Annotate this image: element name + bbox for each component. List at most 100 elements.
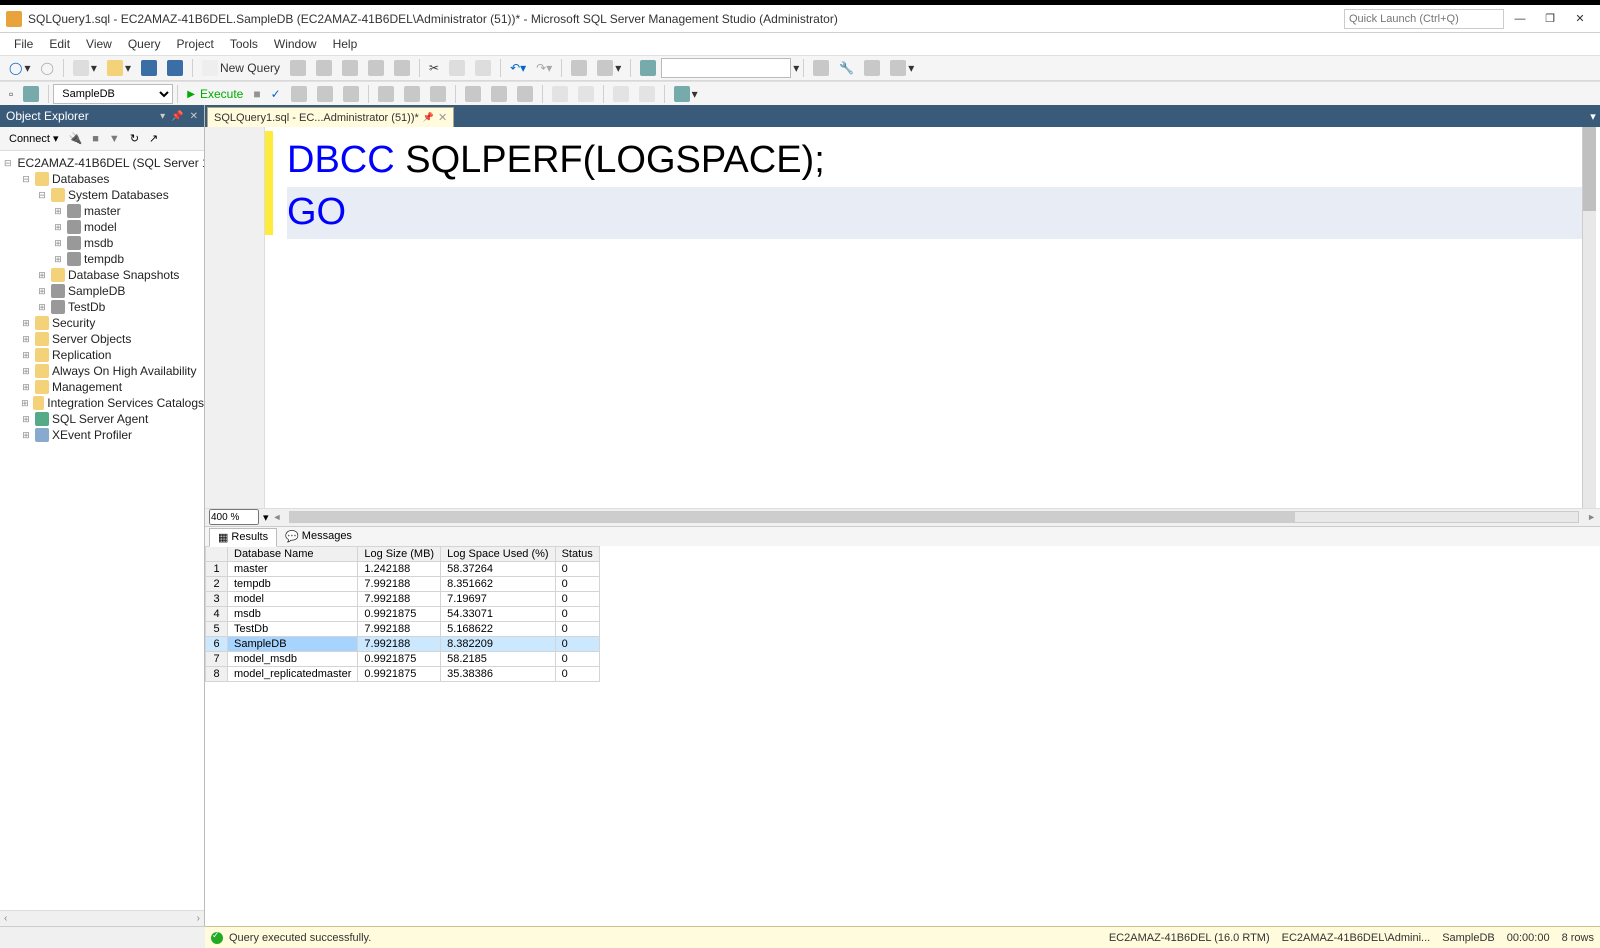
- close-icon[interactable]: ✕: [190, 111, 198, 122]
- tb2-icon-5[interactable]: [339, 84, 363, 104]
- tree-sampledb[interactable]: ⊞SampleDB: [0, 283, 204, 299]
- tb2-icon-4[interactable]: [313, 84, 337, 104]
- tb-icon-2[interactable]: [312, 58, 336, 78]
- tb2-icon-6[interactable]: [374, 84, 398, 104]
- tb2-icon-9[interactable]: [461, 84, 485, 104]
- tb2-icon-8[interactable]: [426, 84, 450, 104]
- tree-xevent[interactable]: ⊞XEvent Profiler: [0, 427, 204, 443]
- tree-tempdb[interactable]: ⊞tempdb: [0, 251, 204, 267]
- results-grid[interactable]: Database NameLog Size (MB)Log Space Used…: [205, 546, 1600, 927]
- menu-help[interactable]: Help: [325, 35, 366, 53]
- connect-button[interactable]: Connect ▾: [5, 130, 63, 147]
- tree-databases[interactable]: ⊟Databases: [0, 171, 204, 187]
- close-tab-icon[interactable]: ✕: [438, 111, 447, 124]
- code-editor[interactable]: DBCC SQLPERF(LOGSPACE); GO: [205, 127, 1600, 508]
- column-header[interactable]: Database Name: [228, 546, 358, 561]
- tb2-icon-1[interactable]: ▫: [5, 85, 17, 103]
- tb2-icon-13[interactable]: [574, 84, 598, 104]
- tb2-icon-3[interactable]: [287, 84, 311, 104]
- column-header[interactable]: Status: [555, 546, 599, 561]
- tree-server-objects[interactable]: ⊞Server Objects: [0, 331, 204, 347]
- document-tab-active[interactable]: SQLQuery1.sql - EC...Administrator (51))…: [207, 107, 454, 127]
- tb2-icon-7[interactable]: [400, 84, 424, 104]
- tree-replication[interactable]: ⊞Replication: [0, 347, 204, 363]
- tb2-icon-10[interactable]: [487, 84, 511, 104]
- tb2-icon-12[interactable]: [548, 84, 572, 104]
- tb-icon-7[interactable]: ▾: [593, 58, 625, 78]
- tree-management[interactable]: ⊞Management: [0, 379, 204, 395]
- new-query-button[interactable]: New Query: [198, 58, 284, 78]
- undo-button[interactable]: ↶▾: [506, 59, 530, 77]
- table-row[interactable]: 4msdb0.992187554.330710: [206, 606, 600, 621]
- close-button[interactable]: ✕: [1566, 9, 1594, 29]
- tb-icon-11[interactable]: [860, 58, 884, 78]
- tree-isc[interactable]: ⊞Integration Services Catalogs: [0, 395, 204, 411]
- tb-icon-6[interactable]: [567, 58, 591, 78]
- tb-icon-4[interactable]: [364, 58, 388, 78]
- dropdown-icon[interactable]: ▾: [160, 111, 165, 122]
- tb-icon-3[interactable]: [338, 58, 362, 78]
- tb-icon-5[interactable]: [390, 58, 414, 78]
- execute-button[interactable]: Execute: [183, 85, 247, 103]
- tb2-icon-2[interactable]: [19, 84, 43, 104]
- parse-button[interactable]: ✓: [267, 85, 285, 103]
- tb-icon-12[interactable]: ▾: [886, 58, 918, 78]
- results-tab[interactable]: ▦Results: [209, 528, 277, 547]
- cut-button[interactable]: ✂: [425, 59, 443, 77]
- object-explorer-tree[interactable]: ⊟EC2AMAZ-41B6DEL (SQL Server 16.0.10 ⊟Da…: [0, 151, 204, 910]
- stop-button[interactable]: ■: [249, 85, 264, 103]
- tree-msdb[interactable]: ⊞msdb: [0, 235, 204, 251]
- oe-scrollbar[interactable]: ‹›: [0, 910, 204, 926]
- tb2-icon-16[interactable]: ▾: [670, 84, 702, 104]
- tree-server-node[interactable]: ⊟EC2AMAZ-41B6DEL (SQL Server 16.0.10: [0, 155, 204, 171]
- column-header[interactable]: Log Size (MB): [358, 546, 441, 561]
- menu-edit[interactable]: Edit: [41, 35, 78, 53]
- table-row[interactable]: 7model_msdb0.992187558.21850: [206, 651, 600, 666]
- zoom-combo[interactable]: [209, 509, 259, 525]
- save-button[interactable]: [137, 58, 161, 78]
- copy-button[interactable]: [445, 58, 469, 78]
- tree-db-snapshots[interactable]: ⊞Database Snapshots: [0, 267, 204, 283]
- table-row[interactable]: 8model_replicatedmaster0.992187535.38386…: [206, 666, 600, 681]
- editor-vscrollbar[interactable]: [1582, 127, 1596, 508]
- minimize-button[interactable]: —: [1506, 9, 1534, 29]
- tree-agent[interactable]: ⊞SQL Server Agent: [0, 411, 204, 427]
- oe-refresh-icon[interactable]: ↻: [126, 130, 143, 147]
- save-all-button[interactable]: [163, 58, 187, 78]
- oe-disconnect-icon[interactable]: 🔌: [65, 130, 87, 147]
- oe-search-icon[interactable]: ↗: [145, 130, 162, 147]
- quick-launch-input[interactable]: [1344, 9, 1504, 29]
- oe-filter-icon[interactable]: ■: [88, 131, 103, 147]
- tb2-icon-14[interactable]: [609, 84, 633, 104]
- tb-icon-10[interactable]: 🔧: [835, 59, 858, 77]
- tb2-icon-15[interactable]: [635, 84, 659, 104]
- menu-window[interactable]: Window: [266, 35, 325, 53]
- column-header[interactable]: Log Space Used (%): [441, 546, 556, 561]
- tab-overflow-icon[interactable]: ▾: [1586, 105, 1600, 127]
- table-row[interactable]: 5TestDb7.9921885.1686220: [206, 621, 600, 636]
- paste-button[interactable]: [471, 58, 495, 78]
- nav-fwd-button[interactable]: ◯: [36, 59, 57, 77]
- menu-view[interactable]: View: [78, 35, 120, 53]
- menu-tools[interactable]: Tools: [222, 35, 266, 53]
- tree-security[interactable]: ⊞Security: [0, 315, 204, 331]
- pin-icon[interactable]: 📌: [171, 111, 183, 122]
- tree-model[interactable]: ⊞model: [0, 219, 204, 235]
- messages-tab[interactable]: 💬Messages: [277, 528, 360, 545]
- tree-system-databases[interactable]: ⊟System Databases: [0, 187, 204, 203]
- table-row[interactable]: 6SampleDB7.9921888.3822090: [206, 636, 600, 651]
- open-button[interactable]: ▾: [103, 58, 135, 78]
- column-header[interactable]: [206, 546, 228, 561]
- new-item-button[interactable]: ▾: [69, 58, 101, 78]
- tb2-icon-11[interactable]: [513, 84, 537, 104]
- tb-icon-1[interactable]: [286, 58, 310, 78]
- restore-button[interactable]: ❐: [1536, 9, 1564, 29]
- tb-icon-9[interactable]: [809, 58, 833, 78]
- tree-master[interactable]: ⊞master: [0, 203, 204, 219]
- menu-file[interactable]: File: [6, 35, 41, 53]
- tree-always-on[interactable]: ⊞Always On High Availability: [0, 363, 204, 379]
- redo-button[interactable]: ↷▾: [532, 59, 556, 77]
- oe-stop-icon[interactable]: ▼: [105, 131, 124, 147]
- nav-back-button[interactable]: ◯▾: [5, 59, 34, 77]
- menu-query[interactable]: Query: [120, 35, 169, 53]
